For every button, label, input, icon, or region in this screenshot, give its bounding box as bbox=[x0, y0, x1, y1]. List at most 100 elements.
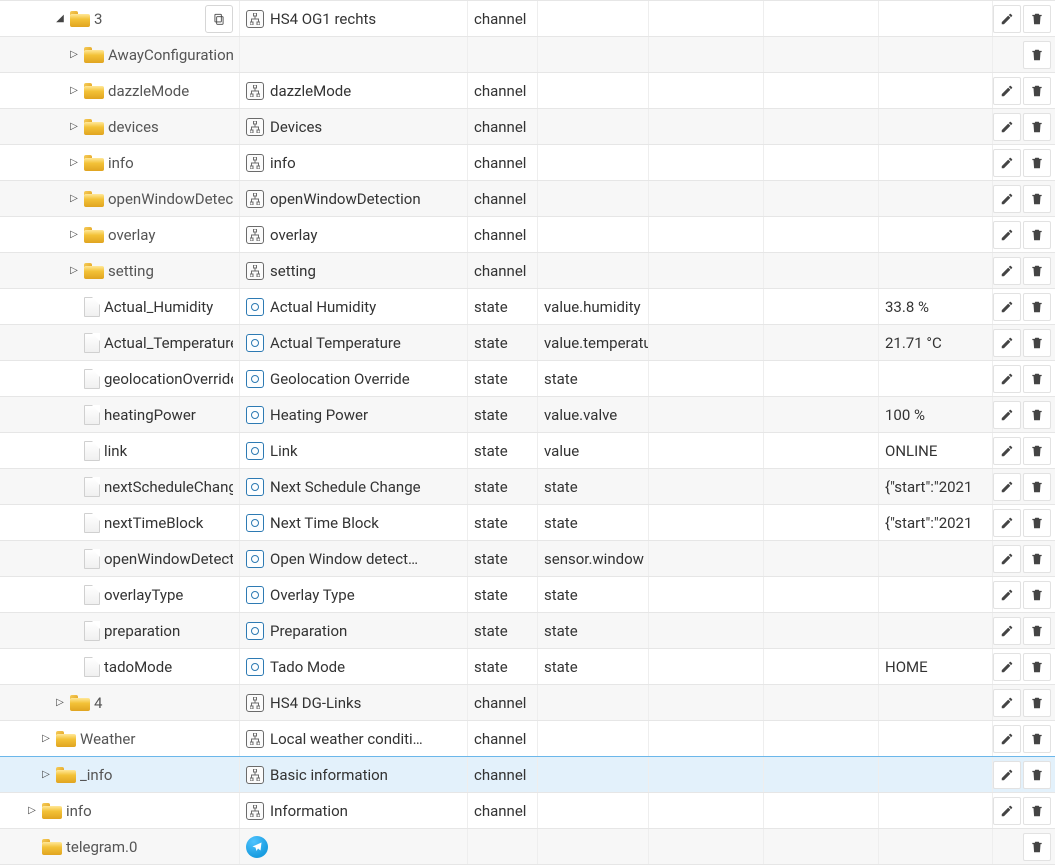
delete-button[interactable] bbox=[1023, 689, 1051, 717]
delete-button[interactable] bbox=[1023, 329, 1051, 357]
table-row[interactable]: nextScheduleChangeNext Schedule Changest… bbox=[0, 469, 1055, 505]
edit-button[interactable] bbox=[993, 365, 1021, 393]
table-row[interactable]: ▷settingsettingchannel bbox=[0, 253, 1055, 289]
cell-value[interactable]: 100 % bbox=[879, 397, 993, 432]
delete-button[interactable] bbox=[1023, 797, 1051, 825]
table-row[interactable]: ▷openWindowDetectionopenWindowDetectionc… bbox=[0, 181, 1055, 217]
expander-expand-icon[interactable]: ▷ bbox=[40, 769, 52, 781]
table-row[interactable]: ▷overlayoverlaychannel bbox=[0, 217, 1055, 253]
cell-value[interactable] bbox=[879, 721, 993, 756]
cell-value[interactable] bbox=[879, 73, 993, 108]
table-row[interactable]: openWindowDetectedOpen Window detect…sta… bbox=[0, 541, 1055, 577]
table-row[interactable]: ▷WeatherLocal weather conditi…channel bbox=[0, 721, 1055, 757]
edit-button[interactable] bbox=[993, 185, 1021, 213]
edit-button[interactable] bbox=[993, 401, 1021, 429]
delete-button[interactable] bbox=[1023, 437, 1051, 465]
table-row[interactable]: heatingPowerHeating Powerstatevalue.valv… bbox=[0, 397, 1055, 433]
delete-button[interactable] bbox=[1023, 509, 1051, 537]
cell-value[interactable] bbox=[879, 757, 993, 792]
expander-expand-icon[interactable]: ▷ bbox=[40, 733, 52, 745]
edit-button[interactable] bbox=[993, 725, 1021, 753]
expander-expand-icon[interactable]: ▷ bbox=[68, 265, 80, 277]
delete-button[interactable] bbox=[1023, 617, 1051, 645]
delete-button[interactable] bbox=[1023, 113, 1051, 141]
table-row[interactable]: ◢3HS4 OG1 rechtschannel bbox=[0, 1, 1055, 37]
cell-value[interactable] bbox=[879, 577, 993, 612]
edit-button[interactable] bbox=[993, 77, 1021, 105]
edit-button[interactable] bbox=[993, 113, 1021, 141]
edit-button[interactable] bbox=[993, 653, 1021, 681]
cell-value[interactable] bbox=[879, 361, 993, 396]
table-row[interactable]: ▷4HS4 DG-Linkschannel bbox=[0, 685, 1055, 721]
delete-button[interactable] bbox=[1023, 833, 1051, 861]
cell-value[interactable]: {"start":"2021 bbox=[879, 505, 993, 540]
table-row[interactable]: geolocationOverrideGeolocation Overrides… bbox=[0, 361, 1055, 397]
table-row[interactable]: Actual_HumidityActual Humiditystatevalue… bbox=[0, 289, 1055, 325]
cell-value[interactable]: 33.8 % bbox=[879, 289, 993, 324]
cell-value[interactable] bbox=[879, 181, 993, 216]
table-row[interactable]: overlayTypeOverlay Typestatestate bbox=[0, 577, 1055, 613]
cell-value[interactable] bbox=[879, 793, 993, 828]
cell-value[interactable]: ONLINE bbox=[879, 433, 993, 468]
cell-value[interactable]: 21.71 °C bbox=[879, 325, 993, 360]
edit-button[interactable] bbox=[993, 329, 1021, 357]
expander-expand-icon[interactable]: ▷ bbox=[68, 157, 80, 169]
delete-button[interactable] bbox=[1023, 257, 1051, 285]
cell-value[interactable]: HOME bbox=[879, 649, 993, 684]
table-row[interactable]: ▷_infoBasic informationchannel bbox=[0, 757, 1055, 793]
delete-button[interactable] bbox=[1023, 473, 1051, 501]
cell-value[interactable] bbox=[879, 217, 993, 252]
edit-button[interactable] bbox=[993, 221, 1021, 249]
edit-button[interactable] bbox=[993, 545, 1021, 573]
delete-button[interactable] bbox=[1023, 41, 1051, 69]
edit-button[interactable] bbox=[993, 617, 1021, 645]
table-row[interactable]: tadoModeTado ModestatestateHOME bbox=[0, 649, 1055, 685]
delete-button[interactable] bbox=[1023, 725, 1051, 753]
expander-expand-icon[interactable]: ▷ bbox=[68, 193, 80, 205]
cell-value[interactable] bbox=[879, 541, 993, 576]
edit-button[interactable] bbox=[993, 293, 1021, 321]
delete-button[interactable] bbox=[1023, 545, 1051, 573]
cell-value[interactable] bbox=[879, 253, 993, 288]
table-row[interactable]: ▷dazzleModedazzleModechannel bbox=[0, 73, 1055, 109]
delete-button[interactable] bbox=[1023, 149, 1051, 177]
table-row[interactable]: preparationPreparationstatestate bbox=[0, 613, 1055, 649]
delete-button[interactable] bbox=[1023, 185, 1051, 213]
expander-collapse-icon[interactable]: ◢ bbox=[54, 13, 66, 25]
delete-button[interactable] bbox=[1023, 761, 1051, 789]
table-row[interactable]: telegram.0 bbox=[0, 829, 1055, 865]
copy-button[interactable] bbox=[205, 5, 233, 33]
table-row[interactable]: linkLinkstatevalueONLINE bbox=[0, 433, 1055, 469]
edit-button[interactable] bbox=[993, 437, 1021, 465]
edit-button[interactable] bbox=[993, 509, 1021, 537]
cell-value[interactable]: {"start":"2021 bbox=[879, 469, 993, 504]
delete-button[interactable] bbox=[1023, 77, 1051, 105]
edit-button[interactable] bbox=[993, 5, 1021, 33]
expander-expand-icon[interactable]: ▷ bbox=[68, 121, 80, 133]
edit-button[interactable] bbox=[993, 581, 1021, 609]
delete-button[interactable] bbox=[1023, 5, 1051, 33]
table-row[interactable]: Actual_TemperatureActual Temperaturestat… bbox=[0, 325, 1055, 361]
edit-button[interactable] bbox=[993, 797, 1021, 825]
delete-button[interactable] bbox=[1023, 401, 1051, 429]
cell-value[interactable] bbox=[879, 109, 993, 144]
cell-value[interactable] bbox=[879, 1, 993, 36]
edit-button[interactable] bbox=[993, 149, 1021, 177]
expander-expand-icon[interactable]: ▷ bbox=[68, 229, 80, 241]
delete-button[interactable] bbox=[1023, 293, 1051, 321]
expander-expand-icon[interactable]: ▷ bbox=[68, 49, 80, 61]
delete-button[interactable] bbox=[1023, 221, 1051, 249]
edit-button[interactable] bbox=[993, 689, 1021, 717]
expander-expand-icon[interactable]: ▷ bbox=[68, 85, 80, 97]
edit-button[interactable] bbox=[993, 473, 1021, 501]
table-row[interactable]: ▷AwayConfiguration bbox=[0, 37, 1055, 73]
table-row[interactable]: ▷infoinfochannel bbox=[0, 145, 1055, 181]
delete-button[interactable] bbox=[1023, 653, 1051, 681]
edit-button[interactable] bbox=[993, 761, 1021, 789]
table-row[interactable]: nextTimeBlockNext Time Blockstatestate{"… bbox=[0, 505, 1055, 541]
table-row[interactable]: ▷devicesDeviceschannel bbox=[0, 109, 1055, 145]
cell-value[interactable] bbox=[879, 685, 993, 720]
cell-value[interactable] bbox=[879, 829, 993, 864]
table-row[interactable]: ▷infoInformationchannel bbox=[0, 793, 1055, 829]
delete-button[interactable] bbox=[1023, 581, 1051, 609]
